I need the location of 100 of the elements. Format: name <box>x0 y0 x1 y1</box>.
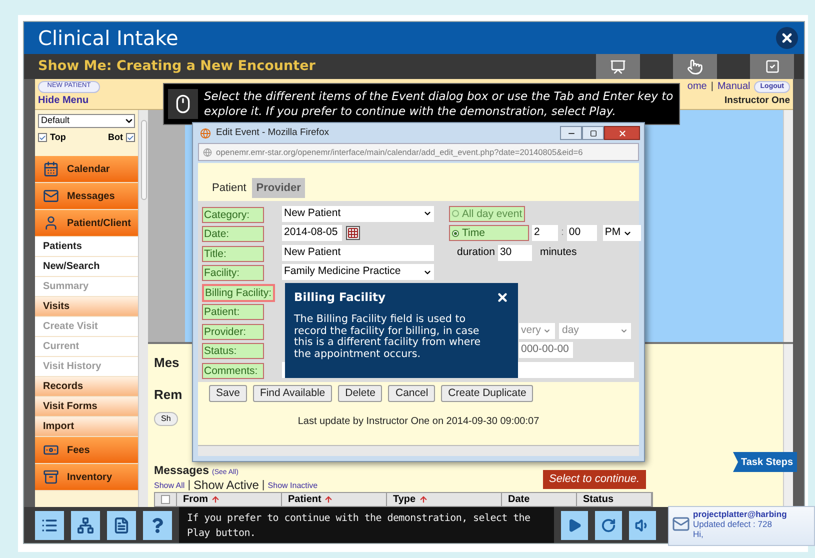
show-button[interactable]: Sh <box>154 412 178 426</box>
presenter-button[interactable] <box>596 54 640 79</box>
play-icon <box>567 518 582 532</box>
list-icon <box>41 516 58 534</box>
filter-link[interactable]: Show Active <box>194 479 259 492</box>
hide-menu-link[interactable]: Hide Menu <box>38 92 89 108</box>
duration-unit: minutes <box>540 244 577 260</box>
window-title: Clinical Intake <box>38 25 178 52</box>
radio-button[interactable] <box>452 210 459 217</box>
field-label[interactable]: Comments: <box>202 362 264 378</box>
dialog-button[interactable]: Find Available <box>252 385 332 402</box>
help-button[interactable] <box>143 510 172 540</box>
column-header[interactable]: Date <box>502 493 577 506</box>
dialog-button[interactable]: Delete <box>338 385 382 402</box>
help-icon <box>150 518 165 532</box>
ampm-select[interactable]: PM <box>602 225 641 241</box>
field-label[interactable]: Date: <box>202 226 264 242</box>
horizontal-scrollbar[interactable] <box>198 445 639 456</box>
sidebar-item[interactable]: Import <box>35 417 138 437</box>
sidebar-item[interactable]: Fees <box>35 437 138 464</box>
checkbox[interactable] <box>126 133 135 142</box>
sidebar-item[interactable]: Inventory <box>35 464 138 491</box>
sidebar-item[interactable]: Messages <box>35 183 138 210</box>
date-field[interactable]: 2014-08-05 <box>282 225 342 241</box>
checkbox-label: Bot <box>108 131 123 144</box>
list-button[interactable] <box>35 510 64 540</box>
repeat-select[interactable]: very <box>519 322 555 338</box>
sidebar-item[interactable]: Records <box>35 377 138 397</box>
notification-popup[interactable]: projectplatter@harbing Updated defect : 728 Hi, <box>668 506 815 546</box>
person-icon <box>43 215 59 231</box>
sidebar-item[interactable]: Patient/Client <box>35 210 138 237</box>
instruction-text: Select the different items of the Event dialog box or use the Tab and Enter key to explore it. If you prefer to continue with the demonstration, select Play. <box>204 89 674 119</box>
header-link[interactable]: Manual <box>717 79 750 94</box>
header-link[interactable]: ome <box>687 79 707 94</box>
calendar-icon <box>43 161 59 177</box>
dialog-button[interactable]: Save <box>209 385 247 402</box>
pointer-icon <box>687 58 703 74</box>
column-header[interactable]: Patient <box>282 493 387 506</box>
replay-icon <box>601 518 616 532</box>
sidebar-item[interactable]: New/Search <box>35 257 138 277</box>
hour-field[interactable]: 2 <box>532 225 558 241</box>
document-button[interactable] <box>107 510 136 540</box>
dialog-button[interactable]: Create Duplicate <box>441 385 534 402</box>
radio-button[interactable] <box>452 230 459 236</box>
filter-link[interactable]: Show Inactive <box>268 479 318 492</box>
volume-button[interactable] <box>629 510 656 540</box>
field-label[interactable]: Provider: <box>202 324 264 340</box>
dropdown-field[interactable]: Family Medicine Practice <box>282 264 434 280</box>
end-date-field[interactable]: 000-00-00 <box>519 342 573 358</box>
maximize-button[interactable] <box>582 126 604 140</box>
column-header[interactable]: Status <box>577 493 652 506</box>
sidebar-item[interactable]: Calendar <box>35 156 138 183</box>
view-select[interactable]: Default <box>38 114 135 128</box>
close-button[interactable] <box>776 27 798 49</box>
close-icon <box>780 31 794 45</box>
calendar-picker-icon[interactable] <box>346 226 360 240</box>
repeat-unit-select[interactable]: day <box>559 322 631 338</box>
sidebar-item[interactable]: Patients <box>35 237 138 257</box>
section-heading: Mes <box>154 354 180 372</box>
field-label[interactable]: Title: <box>202 246 264 262</box>
column-header[interactable]: From <box>177 493 282 506</box>
column-header[interactable]: Type <box>387 493 502 506</box>
task-steps-tab[interactable]: Task Steps <box>733 452 797 472</box>
hierarchy-button[interactable] <box>71 510 100 540</box>
sidebar-scrollbar[interactable] <box>138 110 148 507</box>
panel-scrollbar[interactable] <box>783 110 793 342</box>
field-label[interactable]: Facility: <box>202 265 264 281</box>
sort-arrow-icon <box>211 495 220 504</box>
duration-field[interactable]: 30 <box>498 244 532 260</box>
replay-button[interactable] <box>595 510 622 540</box>
address-bar[interactable]: openemr.emr-star.org/openemr/interface/main/calendar/add_edit_event.php?date=20140805&eid=6 <box>198 143 639 161</box>
checkbox[interactable] <box>38 133 47 142</box>
field-label[interactable]: Patient: <box>202 304 264 320</box>
checkbox-button[interactable] <box>750 54 794 79</box>
continue-callout: Select to continue. <box>543 470 646 489</box>
dialog-title: Edit Event - Mozilla Firefox <box>216 126 329 140</box>
time-option[interactable]: Time <box>449 225 529 241</box>
field-label[interactable]: Billing Facility: <box>202 284 275 302</box>
last-update-text: Last update by Instructor One on 2014-09-30 09:00:07 <box>298 415 540 429</box>
close-icon[interactable] <box>496 291 509 304</box>
filter-link[interactable]: Show All <box>154 479 185 492</box>
section-heading: Rem <box>154 386 182 404</box>
play-button[interactable] <box>561 510 588 540</box>
dialog-button[interactable]: Cancel <box>388 385 436 402</box>
sort-arrow-icon <box>418 495 428 504</box>
sidebar-item[interactable]: Visit Forms <box>35 397 138 417</box>
lesson-title: Show Me: Creating a New Encounter <box>38 57 316 76</box>
minute-field[interactable]: 00 <box>566 225 597 241</box>
field-label[interactable]: Category: <box>202 206 264 222</box>
select-all-checkbox[interactable] <box>161 495 170 504</box>
filter-separator: | <box>188 479 191 492</box>
text-field[interactable]: New Patient <box>282 244 434 260</box>
pointer-button[interactable] <box>673 54 717 79</box>
user-name: Instructor One <box>724 94 790 108</box>
time-separator: : <box>561 225 564 240</box>
close-button[interactable] <box>604 126 640 140</box>
field-label[interactable]: Status: <box>202 343 264 359</box>
sidebar-item[interactable]: Visits <box>35 297 138 317</box>
dialog-tab[interactable]: Provider <box>252 178 305 198</box>
dropdown-field[interactable]: New Patient <box>282 206 434 222</box>
